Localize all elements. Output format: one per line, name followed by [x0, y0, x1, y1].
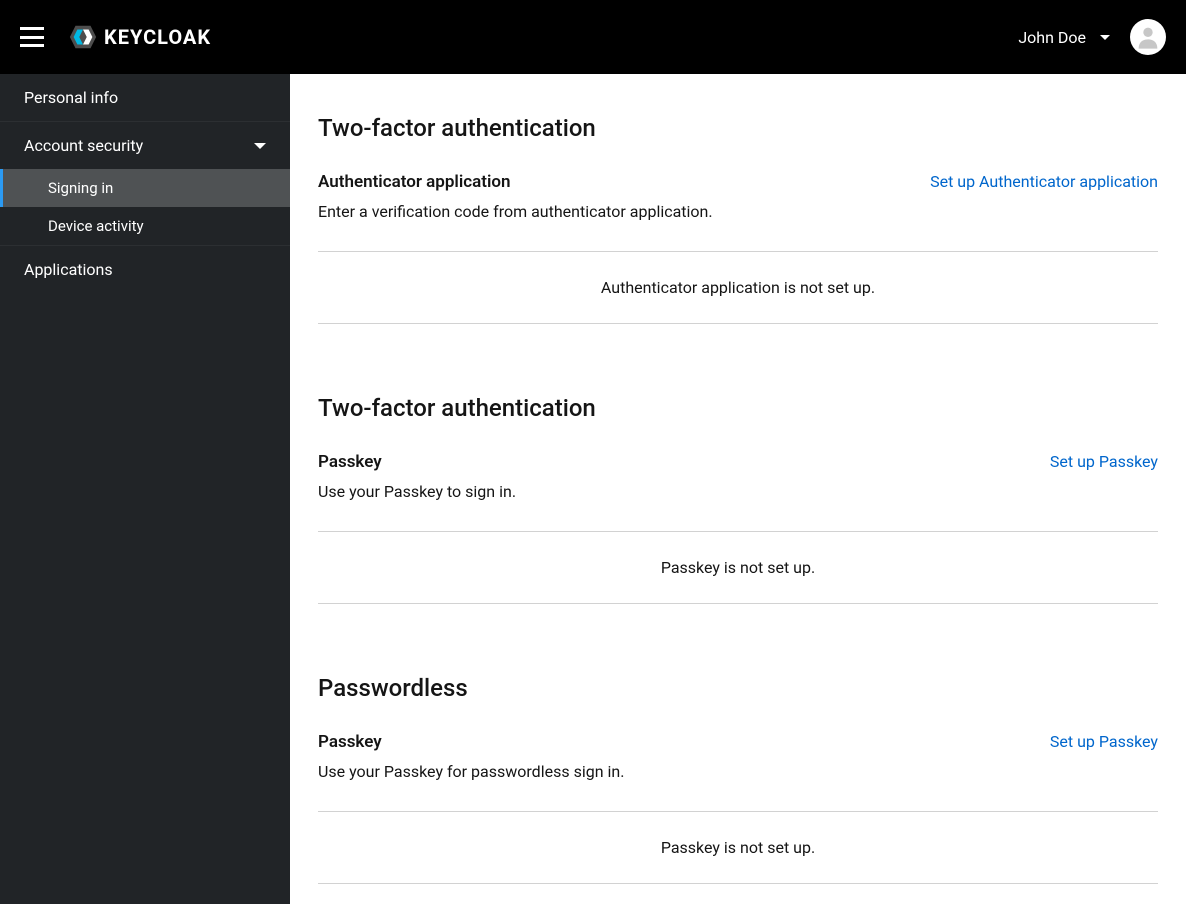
method-title: Authenticator application [318, 172, 511, 192]
section-twofactor-authenticator: Two-factor authentication Authenticator … [318, 114, 1158, 324]
avatar[interactable] [1130, 19, 1166, 55]
method-description: Use your Passkey to sign in. [318, 482, 1158, 501]
method-passkey: Passkey Set up Passkey Use your Passkey … [318, 452, 1158, 604]
method-passwordless-passkey: Passkey Set up Passkey Use your Passkey … [318, 732, 1158, 884]
section-twofactor-passkey: Two-factor authentication Passkey Set up… [318, 394, 1158, 604]
sidebar-item-label: Personal info [24, 88, 118, 107]
sidebar: Personal info Account security Signing i… [0, 74, 290, 904]
setup-passwordless-passkey-link[interactable]: Set up Passkey [1050, 732, 1158, 751]
caret-down-icon [1100, 35, 1110, 40]
header-right: John Doe [1018, 19, 1166, 55]
sidebar-subitem-signing-in[interactable]: Signing in [0, 169, 290, 207]
section-title: Two-factor authentication [318, 114, 1158, 142]
method-authenticator-app: Authenticator application Set up Authent… [318, 172, 1158, 324]
chevron-down-icon [254, 143, 266, 149]
status-message: Authenticator application is not set up. [318, 251, 1158, 324]
sidebar-item-label: Applications [24, 260, 113, 279]
main-content: Two-factor authentication Authenticator … [290, 74, 1186, 904]
brand-name: KEYCLOAK [104, 25, 211, 49]
setup-authenticator-link[interactable]: Set up Authenticator application [930, 172, 1158, 191]
page-header: KEYCLOAK John Doe [0, 0, 1186, 74]
hamburger-menu-icon[interactable] [20, 27, 44, 47]
section-title: Two-factor authentication [318, 394, 1158, 422]
section-passwordless: Passwordless Passkey Set up Passkey Use … [318, 674, 1158, 884]
method-description: Enter a verification code from authentic… [318, 202, 1158, 221]
sidebar-item-label: Device activity [48, 217, 144, 235]
setup-passkey-link[interactable]: Set up Passkey [1050, 452, 1158, 471]
sidebar-item-personal-info[interactable]: Personal info [0, 74, 290, 121]
method-title: Passkey [318, 732, 382, 752]
user-name: John Doe [1018, 28, 1086, 47]
status-message: Passkey is not set up. [318, 531, 1158, 604]
keycloak-logo-icon [68, 22, 98, 52]
status-message: Passkey is not set up. [318, 811, 1158, 884]
method-description: Use your Passkey for passwordless sign i… [318, 762, 1158, 781]
brand-logo[interactable]: KEYCLOAK [68, 22, 211, 52]
user-icon [1134, 23, 1162, 51]
sidebar-item-label: Account security [24, 136, 143, 155]
header-left: KEYCLOAK [20, 22, 211, 52]
sidebar-item-applications[interactable]: Applications [0, 245, 290, 293]
sidebar-item-label: Signing in [48, 179, 113, 197]
method-title: Passkey [318, 452, 382, 472]
sidebar-subitem-device-activity[interactable]: Device activity [0, 207, 290, 245]
sidebar-item-account-security[interactable]: Account security [0, 121, 290, 169]
user-dropdown[interactable]: John Doe [1018, 28, 1110, 47]
section-title: Passwordless [318, 674, 1158, 702]
